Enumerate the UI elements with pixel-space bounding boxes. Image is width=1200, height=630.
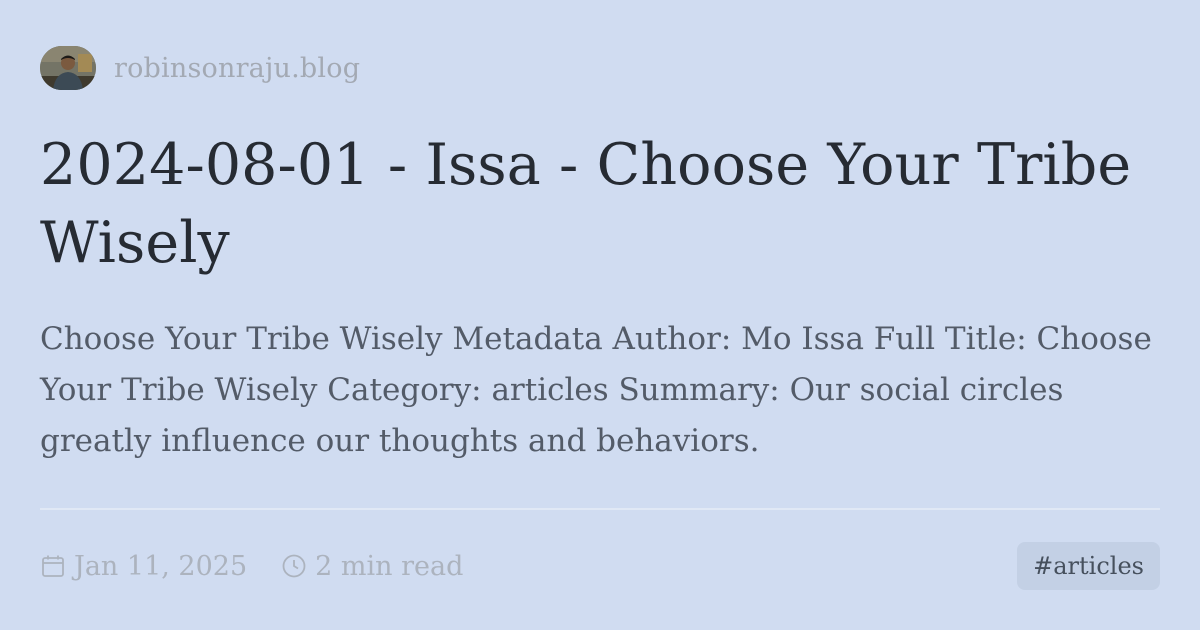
divider bbox=[40, 508, 1160, 510]
og-card: robinsonraju.blog 2024-08-01 - Issa - Ch… bbox=[40, 46, 1160, 606]
post-meta: Jan 11, 2025 2 min read #articles bbox=[40, 541, 1160, 591]
read-time-text: 2 min read bbox=[315, 550, 464, 582]
post-read-time: 2 min read bbox=[281, 551, 463, 582]
author-avatar bbox=[40, 46, 96, 90]
post-summary: Choose Your Tribe Wisely Metadata Author… bbox=[40, 321, 1152, 459]
tag-articles[interactable]: #articles bbox=[1017, 542, 1160, 590]
post-date: Jan 11, 2025 bbox=[40, 551, 247, 582]
site-header: robinsonraju.blog bbox=[40, 46, 1160, 90]
clock-icon bbox=[281, 553, 315, 579]
post-title: 2024-08-01 - Issa - Choose Your Tribe Wi… bbox=[40, 132, 1132, 276]
site-name[interactable]: robinsonraju.blog bbox=[114, 53, 360, 84]
calendar-icon bbox=[40, 553, 74, 579]
post-date-text: Jan 11, 2025 bbox=[74, 550, 248, 582]
